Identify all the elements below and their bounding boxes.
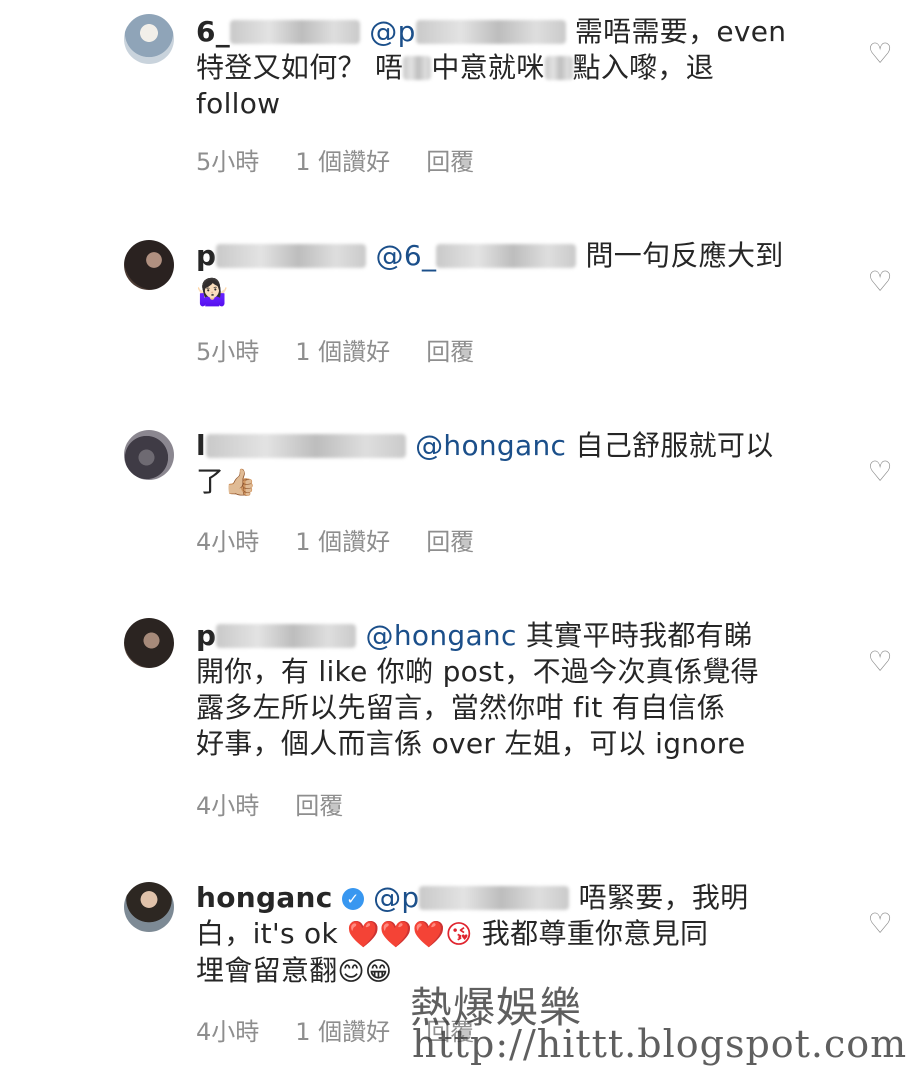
likes-count[interactable]: 1 個讚好 xyxy=(295,338,390,366)
heart-outline-icon[interactable]: ♡ xyxy=(866,458,894,486)
username[interactable]: honganc xyxy=(196,881,333,914)
comment-body: p @honganc 其實平時我都有睇 開你，有 like 你啲 post，不過… xyxy=(196,618,836,762)
username[interactable]: p xyxy=(196,619,216,652)
heart-outline-icon[interactable]: ♡ xyxy=(866,910,894,938)
blurred-username xyxy=(230,20,361,44)
reply-button[interactable]: 回覆 xyxy=(426,148,474,176)
avatar[interactable] xyxy=(124,618,174,668)
avatar[interactable] xyxy=(124,430,174,480)
blurred-word xyxy=(403,56,432,80)
verified-badge-icon: ✓ xyxy=(341,888,364,910)
timestamp: 4小時 xyxy=(196,792,260,820)
avatar[interactable] xyxy=(124,240,174,290)
mention[interactable]: @honganc xyxy=(366,619,517,652)
mention[interactable]: @6_ xyxy=(376,239,437,272)
comment-meta: 4小時 1 個讚好 回覆 xyxy=(196,522,510,557)
timestamp: 4小時 xyxy=(196,528,260,556)
comment-text: 點入嚟，退 xyxy=(572,51,715,84)
username[interactable]: 6_ xyxy=(196,15,230,48)
blurred-mention xyxy=(419,886,570,910)
username[interactable]: p xyxy=(196,239,216,272)
timestamp: 4小時 xyxy=(196,1018,260,1046)
reply-button[interactable]: 回覆 xyxy=(426,528,474,556)
shrug-emoji: 🤷🏻‍♀️ xyxy=(196,278,229,308)
thumbs-up-emoji: 👍🏼 xyxy=(224,468,257,498)
mention[interactable]: @p xyxy=(369,15,415,48)
watermark-url: http://hittt.blogspot.com xyxy=(412,1022,908,1066)
comment-text: 露多左所以先留言，當然你咁 fit 有自信係 xyxy=(196,691,726,724)
comment-text: 開你，有 like 你啲 post，不過今次真係覺得 xyxy=(196,655,759,688)
comment-text: 問一句反應大到 xyxy=(585,239,784,272)
avatar[interactable] xyxy=(124,882,174,932)
blurred-mention xyxy=(415,20,566,44)
blurred-username xyxy=(205,434,406,458)
reply-button[interactable]: 回覆 xyxy=(426,338,474,366)
likes-count[interactable]: 1 個讚好 xyxy=(295,528,390,556)
comment-body: 6_ @p 需唔需要，even 特登又如何？ 唔中意就咪 點入嚟，退 follow xyxy=(196,14,836,122)
comment-text: 我都尊重你意見同 xyxy=(481,917,709,950)
avatar[interactable] xyxy=(124,14,174,64)
comment-body: p @6_ 問一句反應大到 🤷🏻‍♀️ xyxy=(196,238,836,311)
likes-count[interactable]: 1 個讚好 xyxy=(295,1018,390,1046)
mention[interactable]: @honganc xyxy=(415,429,566,462)
comment-text: 自己舒服就可以 xyxy=(575,429,774,462)
mention[interactable]: @p xyxy=(373,881,419,914)
comment-text: 需唔需要，even xyxy=(574,15,787,48)
comment-text: 其實平時我都有睇 xyxy=(525,619,753,652)
likes-count[interactable]: 1 個讚好 xyxy=(295,148,390,176)
comment-text: 埋會留意翻 xyxy=(196,954,338,987)
comment-text: 了 xyxy=(196,465,225,498)
blurred-username xyxy=(216,624,357,648)
timestamp: 5小時 xyxy=(196,148,260,176)
comment-meta: 4小時 回覆 xyxy=(196,786,379,821)
comment-body: l @honganc 自己舒服就可以 了👍🏼 xyxy=(196,428,836,501)
heart-outline-icon[interactable]: ♡ xyxy=(866,648,894,676)
reply-button[interactable]: 回覆 xyxy=(295,792,343,820)
comment-text: 唔緊要，我明 xyxy=(578,881,749,914)
smile-emoji: 😊😁 xyxy=(337,957,393,987)
comment-meta: 5小時 1 個讚好 回覆 xyxy=(196,332,510,367)
comment-meta: 5小時 1 個讚好 回覆 xyxy=(196,142,510,177)
hearts-kiss-emoji: ❤️❤️❤️😘 xyxy=(347,920,473,950)
blurred-username xyxy=(216,244,367,268)
heart-outline-icon[interactable]: ♡ xyxy=(866,40,894,68)
username[interactable]: l xyxy=(196,429,206,462)
timestamp: 5小時 xyxy=(196,338,260,366)
comment-text: follow xyxy=(196,87,281,120)
comment-text: 特登又如何？ 唔 xyxy=(196,51,404,84)
blurred-word xyxy=(544,56,573,80)
comment-text: 好事，個人而言係 over 左姐，可以 ignore xyxy=(196,727,746,760)
comment-text: 中意就咪 xyxy=(431,51,545,84)
blurred-mention xyxy=(436,244,577,268)
heart-outline-icon[interactable]: ♡ xyxy=(866,268,894,296)
comment-text: 白，it's ok xyxy=(196,917,338,950)
